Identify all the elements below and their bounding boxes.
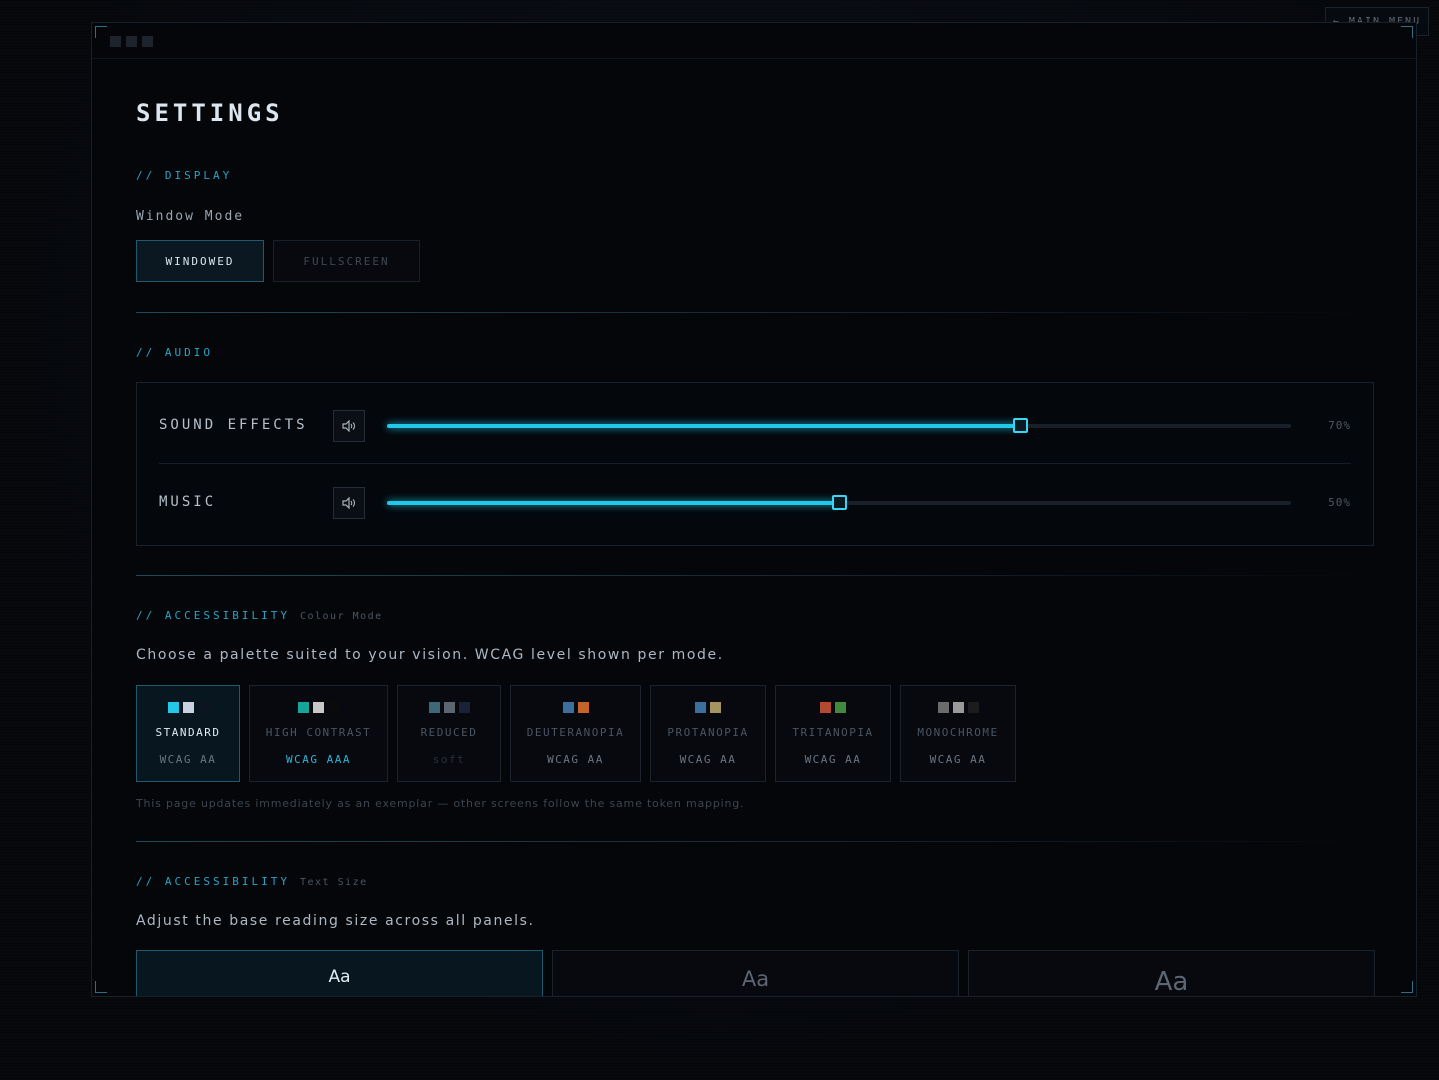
speaker-icon (342, 497, 356, 509)
music-slider[interactable] (387, 495, 1291, 510)
section-label-colour-mode: // ACCESSIBILITY Colour Mode (136, 609, 383, 622)
palette-options: STANDARD WCAG AA HIGH CONTRAST WCAG AAA RE… (136, 685, 1016, 782)
sound-effects-label: SOUND EFFECTS (159, 417, 308, 433)
palette-swatches (901, 702, 1015, 713)
settings-panel: SETTINGS // DISPLAY Window Mode WINDOWED… (91, 22, 1417, 997)
palette-deuteranopia[interactable]: DEUTERANOPIA WCAG AA (510, 685, 641, 782)
text-size-medium-button[interactable]: Aa (552, 950, 959, 996)
audio-row-sound-effects: SOUND EFFECTS 70% (159, 401, 1351, 451)
palette-name: PROTANOPIA (667, 726, 749, 739)
palette-wcag-level: WCAG AA (929, 753, 987, 766)
palette-wcag-level: WCAG AA (804, 753, 862, 766)
colour-swatch (328, 702, 339, 713)
music-label: MUSIC (159, 494, 217, 510)
palette-name: MONOCHROME (917, 726, 999, 739)
colour-mode-note: This page updates immediately as an exem… (136, 797, 745, 810)
slider-handle[interactable] (1012, 418, 1028, 433)
colour-swatch (428, 702, 440, 713)
text-size-large-button[interactable]: Aa (968, 950, 1375, 996)
corner-bracket (1401, 26, 1413, 38)
colour-swatch (937, 702, 949, 713)
fullscreen-button[interactable]: FULLSCREEN (273, 240, 420, 282)
window-dot (126, 36, 137, 47)
colour-swatch (820, 702, 831, 713)
colour-swatch (197, 702, 209, 713)
section-divider (136, 575, 1374, 576)
speaker-icon (342, 420, 356, 432)
palette-swatches (511, 702, 640, 713)
row-divider (159, 463, 1351, 464)
palette-standard[interactable]: STANDARD WCAG AA (136, 685, 240, 782)
palette-name: HIGH CONTRAST (265, 726, 372, 739)
palette-swatches (250, 702, 387, 713)
palette-protanopia[interactable]: PROTANOPIA WCAG AA (650, 685, 766, 782)
palette-swatches (398, 702, 500, 713)
section-divider (136, 841, 1374, 842)
page-title: SETTINGS (136, 99, 284, 127)
slider-fill (387, 501, 839, 505)
sound-effects-slider[interactable] (387, 418, 1291, 433)
window-dot (110, 36, 121, 47)
colour-swatch (443, 702, 455, 713)
palette-swatches (776, 702, 890, 713)
corner-bracket (1401, 981, 1413, 993)
palette-wcag-level: WCAG AA (547, 753, 604, 766)
colour-swatch (313, 702, 324, 713)
palette-monochrome[interactable]: MONOCHROME WCAG AA (900, 685, 1016, 782)
colour-swatch (835, 702, 846, 713)
sound-effects-value: 70% (1328, 419, 1351, 432)
colour-swatch (967, 702, 979, 713)
palette-wcag-level: soft (432, 753, 466, 766)
panel-title-bar (92, 23, 1416, 59)
window-mode-label: Window Mode (136, 209, 245, 224)
palette-name: STANDARD (155, 726, 221, 739)
palette-name: REDUCED (420, 726, 478, 739)
colour-swatch (952, 702, 964, 713)
corner-bracket (95, 26, 107, 38)
music-value: 50% (1328, 496, 1351, 509)
music-mute-button[interactable] (333, 487, 365, 519)
palette-swatches (651, 702, 765, 713)
sound-effects-mute-button[interactable] (333, 410, 365, 442)
palette-tritanopia[interactable]: TRITANOPIA WCAG AA (775, 685, 891, 782)
section-label-display: // DISPLAY (136, 169, 233, 182)
section-label-text: // ACCESSIBILITY (136, 875, 290, 888)
section-label-audio: // AUDIO (136, 346, 213, 359)
section-sublabel: Colour Mode (299, 611, 383, 622)
audio-row-music: MUSIC 50% (159, 478, 1351, 528)
palette-swatches (137, 702, 239, 713)
text-size-description: Adjust the base reading size across all … (136, 913, 535, 929)
palette-wcag-level: WCAG AA (159, 753, 217, 766)
text-size-small-button[interactable]: Aa (136, 950, 543, 996)
section-sublabel: Text Size (299, 877, 368, 888)
colour-swatch (695, 702, 706, 713)
colour-swatch (298, 702, 309, 713)
palette-name: DEUTERANOPIA (526, 726, 625, 739)
windowed-button[interactable]: WINDOWED (136, 240, 264, 282)
colour-swatch (562, 702, 574, 713)
colour-swatch (458, 702, 470, 713)
window-dots (110, 36, 153, 47)
palette-wcag-level: WCAG AAA (286, 753, 351, 766)
section-label-text: // ACCESSIBILITY (136, 609, 290, 622)
palette-reduced[interactable]: REDUCED soft (397, 685, 501, 782)
palette-name: TRITANOPIA (792, 726, 874, 739)
slider-fill (387, 424, 1020, 428)
section-divider (136, 312, 1374, 313)
window-dot (142, 36, 153, 47)
colour-swatch (182, 702, 194, 713)
colour-swatch (167, 702, 179, 713)
palette-high-contrast[interactable]: HIGH CONTRAST WCAG AAA (249, 685, 388, 782)
colour-mode-description: Choose a palette suited to your vision. … (136, 647, 724, 663)
slider-handle[interactable] (832, 495, 847, 510)
audio-panel: SOUND EFFECTS 70% MUSIC 50% (136, 382, 1374, 546)
text-size-options: Aa Aa Aa (136, 950, 1375, 996)
colour-swatch (577, 702, 589, 713)
palette-wcag-level: WCAG AA (679, 753, 737, 766)
corner-bracket (95, 981, 107, 993)
section-label-text-size: // ACCESSIBILITY Text Size (136, 875, 368, 888)
colour-swatch (710, 702, 721, 713)
